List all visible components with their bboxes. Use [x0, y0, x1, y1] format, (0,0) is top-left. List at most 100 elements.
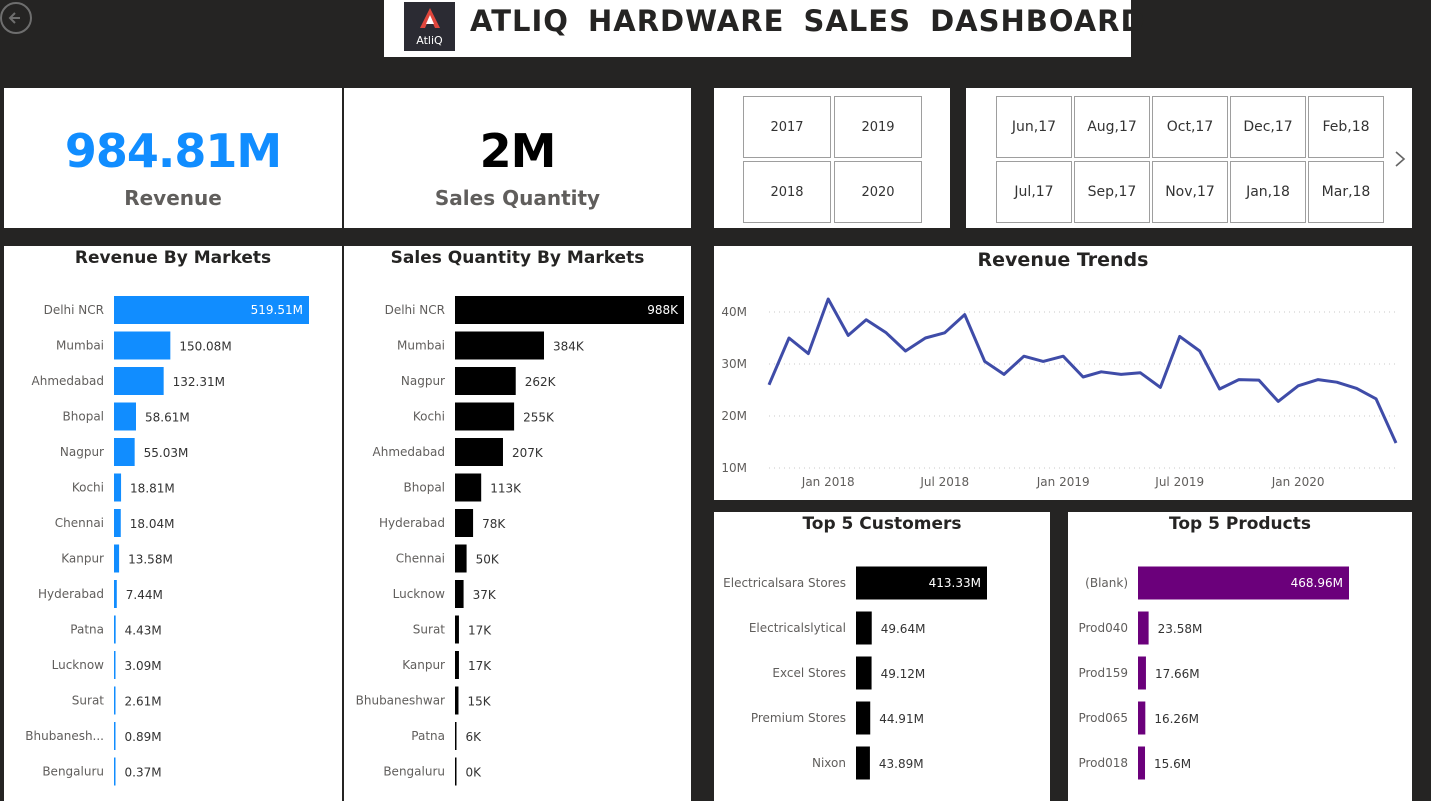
- data-label: 255K: [523, 411, 555, 425]
- data-label: 519.51M: [251, 303, 303, 317]
- bar: [114, 402, 136, 431]
- category-label: Bhopal: [63, 410, 104, 424]
- month-option[interactable]: Feb,18: [1308, 96, 1384, 158]
- year-option-2018[interactable]: 2018: [743, 161, 831, 223]
- year-option-2020[interactable]: 2020: [834, 161, 922, 223]
- bar: [114, 615, 116, 644]
- month-option[interactable]: Jun,17: [996, 96, 1072, 158]
- logo-mark-icon: [420, 8, 440, 28]
- month-slicer: Jun,17 Aug,17 Oct,17 Dec,17 Feb,18 Jul,1…: [966, 88, 1412, 228]
- x-tick-label: Jul 2018: [919, 475, 969, 489]
- bar: [114, 686, 116, 715]
- top-customers-panel: Top 5 Customers Electricalsara Stores 413…: [714, 512, 1050, 801]
- bar: [114, 544, 120, 573]
- data-label: 15K: [467, 695, 491, 709]
- category-label: Bengaluru: [383, 765, 445, 779]
- bar: [455, 544, 467, 573]
- bar: [1138, 656, 1146, 690]
- revenue-by-markets-panel: Revenue By Markets Delhi NCR 519.51M Mumba…: [4, 246, 342, 801]
- category-label: Nagpur: [401, 374, 445, 388]
- bar: [455, 473, 482, 502]
- category-label: Prod065: [1078, 711, 1128, 725]
- data-label: 37K: [473, 588, 497, 602]
- category-label: Kochi: [72, 481, 104, 495]
- data-label: 468.96M: [1291, 576, 1343, 590]
- y-tick-label: 20M: [721, 409, 747, 423]
- dashboard-header: AtliQ ATLIQ HARDWARE SALES DASHBOARD: [384, 0, 1145, 57]
- category-label: Bhubaneshwar: [356, 694, 445, 708]
- category-label: Hyderabad: [379, 516, 445, 530]
- month-option[interactable]: Jul,17: [996, 161, 1072, 223]
- data-label: 17K: [468, 659, 492, 673]
- category-label: Prod159: [1078, 666, 1128, 680]
- month-option[interactable]: Sep,17: [1074, 161, 1150, 223]
- category-label: Lucknow: [393, 587, 446, 601]
- bar: [856, 746, 870, 780]
- data-label: 23.58M: [1158, 622, 1203, 636]
- data-label: 49.12M: [881, 667, 926, 681]
- month-option[interactable]: Aug,17: [1074, 96, 1150, 158]
- data-label: 6K: [466, 730, 483, 744]
- data-label: 113K: [490, 482, 522, 496]
- data-label: 18.81M: [130, 482, 175, 496]
- revenue-by-markets-chart: Delhi NCR 519.51M Mumbai 150.08M Ahmedabad 13…: [25, 296, 309, 786]
- year-option-2017[interactable]: 2017: [743, 96, 831, 158]
- page-title: ATLIQ HARDWARE SALES DASHBOARD: [470, 4, 1146, 38]
- data-label: 49.64M: [881, 622, 926, 636]
- category-label: Bhubanesh...: [25, 729, 104, 743]
- category-label: Chennai: [396, 552, 445, 566]
- sales-qty-by-markets-panel: Sales Quantity By Markets Delhi NCR 988K M…: [344, 246, 691, 801]
- back-button[interactable]: [0, 2, 32, 34]
- data-label: 17.66M: [1155, 667, 1200, 681]
- x-tick-label: Jul 2019: [1154, 475, 1204, 489]
- month-option[interactable]: Mar,18: [1308, 161, 1384, 223]
- category-label: Ahmedabad: [373, 445, 445, 459]
- revenue-label: Revenue: [124, 186, 222, 210]
- bar: [455, 651, 459, 679]
- data-label: 50K: [476, 553, 500, 567]
- category-label: Mumbai: [397, 339, 445, 353]
- month-option[interactable]: Jan,18: [1230, 161, 1306, 223]
- category-label: Lucknow: [52, 658, 105, 672]
- bar: [856, 701, 871, 735]
- data-label: 3.09M: [125, 659, 162, 673]
- category-label: Prod018: [1078, 756, 1128, 770]
- bar: [1138, 611, 1149, 645]
- bar: [455, 509, 474, 537]
- category-label: Excel Stores: [772, 666, 846, 680]
- category-label: Delhi NCR: [44, 303, 104, 317]
- bar: [455, 722, 457, 750]
- category-label: (Blank): [1085, 576, 1128, 590]
- data-label: 988K: [647, 303, 679, 317]
- sales-qty-card: 2M Sales Quantity: [344, 88, 691, 228]
- category-label: Bengaluru: [42, 765, 104, 779]
- category-label: Nixon: [812, 756, 846, 770]
- bar: [455, 686, 459, 715]
- year-option-2019[interactable]: 2019: [834, 96, 922, 158]
- category-label: Patna: [70, 623, 104, 637]
- year-slicer: 2017 2019 2018 2020: [714, 88, 950, 228]
- top-products-panel: Top 5 Products (Blank) 468.96M Prod040 23.5…: [1068, 512, 1412, 801]
- data-label: 262K: [525, 375, 557, 389]
- y-tick-label: 40M: [721, 305, 747, 319]
- revenue-trends-panel: Revenue Trends 10M 20M 30M 40M Jan 2018 Jul 2…: [714, 246, 1412, 500]
- month-option[interactable]: Dec,17: [1230, 96, 1306, 158]
- month-option[interactable]: Nov,17: [1152, 161, 1228, 223]
- category-label: Bhopal: [404, 481, 445, 495]
- data-label: 78K: [482, 517, 506, 531]
- category-label: Kanpur: [61, 552, 104, 566]
- sales-qty-by-markets-chart: Delhi NCR 988K Mumbai 384K Nagpur 262K Kochi 25…: [356, 296, 684, 786]
- bar: [1138, 701, 1146, 735]
- top-products-chart: (Blank) 468.96M Prod040 23.58M Prod159 17.66M…: [1078, 566, 1349, 780]
- chevron-right-icon[interactable]: [1393, 150, 1407, 168]
- data-label: 413.33M: [929, 576, 981, 590]
- data-label: 15.6M: [1154, 757, 1191, 771]
- category-label: Electricalsara Stores: [723, 576, 846, 590]
- x-tick-label: Jan 2020: [1271, 475, 1325, 489]
- category-label: Nagpur: [60, 445, 104, 459]
- category-label: Mumbai: [56, 339, 104, 353]
- logo-text: AtliQ: [416, 34, 443, 47]
- month-option[interactable]: Oct,17: [1152, 96, 1228, 158]
- category-label: Delhi NCR: [385, 303, 445, 317]
- bar: [114, 331, 171, 360]
